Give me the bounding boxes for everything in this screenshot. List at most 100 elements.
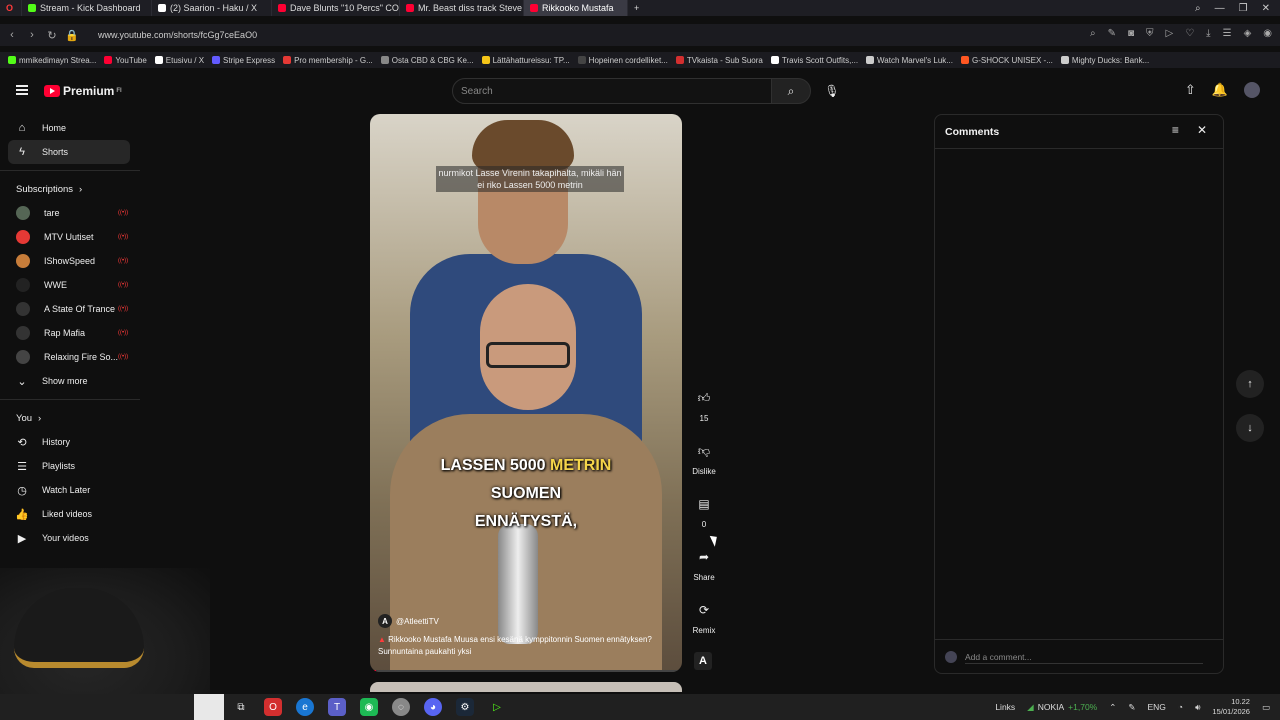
subscription-item[interactable]: Rap Mafia ((•)) <box>0 321 140 345</box>
browser-menu-icon[interactable]: O <box>0 0 22 16</box>
add-comment-row[interactable]: Add a comment... <box>935 639 1223 673</box>
bookmark-item[interactable]: YouTube <box>104 56 147 65</box>
short-channel[interactable]: A @AtleettiTV <box>378 614 439 628</box>
play-icon[interactable]: ▷ <box>1166 28 1174 39</box>
sidebar-item-playlists[interactable]: ☰ Playlists <box>0 454 140 478</box>
previous-short-button[interactable]: ↑ <box>1236 370 1264 398</box>
sidebar-item-your-videos[interactable]: ▶ Your videos <box>0 526 140 550</box>
bookmark-item[interactable]: Stripe Express <box>212 56 275 65</box>
camera-icon[interactable]: ◙ <box>1128 28 1134 39</box>
voice-search-button[interactable]: 🎙 <box>820 78 844 104</box>
url-field[interactable]: www.youtube.com/shorts/fcGg7ceEaO0 <box>98 30 257 40</box>
clock[interactable]: 10.22 15/01/2026 <box>1212 697 1250 717</box>
bookmark-item[interactable]: G-SHOCK UNISEX -... <box>960 56 1053 65</box>
upload-icon[interactable]: ⇧ <box>1185 82 1196 98</box>
pen-icon[interactable]: ✎ <box>1128 702 1135 713</box>
opera-gx-icon[interactable]: O <box>264 698 282 716</box>
search-button[interactable]: ⌕ <box>771 78 811 104</box>
channel-avatar[interactable]: A <box>378 614 392 628</box>
profile-icon[interactable]: ◉ <box>1263 28 1272 39</box>
extension-icon[interactable]: ◈ <box>1244 28 1252 39</box>
zoom-icon[interactable]: ⌕ <box>1090 28 1096 39</box>
sidebar-item-home[interactable]: ⌂ Home <box>0 116 140 140</box>
language-indicator[interactable]: ENG <box>1148 702 1166 712</box>
browser-tab[interactable]: Rikkooko Mustafa <box>524 0 628 16</box>
reload-icon[interactable]: ↻ <box>42 29 62 42</box>
hamburger-menu-icon[interactable] <box>16 85 28 95</box>
close-window-button[interactable]: ✕ <box>1262 3 1270 14</box>
restore-button[interactable]: ❐ <box>1239 3 1248 14</box>
show-more-button[interactable]: ⌄ Show more <box>0 369 140 393</box>
search-tabs-icon[interactable]: ⌕ <box>1195 3 1201 14</box>
dislike-button[interactable]: 👎︎ Dislike <box>688 437 720 490</box>
subscription-item[interactable]: Relaxing Fire So... ((•)) <box>0 345 140 369</box>
bookmark-item[interactable]: Osta CBD & CBG Ke... <box>380 56 474 65</box>
short-description[interactable]: ▲ Rikkooko Mustafa Muusa ensi kesänä kym… <box>378 634 658 658</box>
subscription-item[interactable]: MTV Uutiset ((•)) <box>0 225 140 249</box>
close-icon[interactable]: ✕ <box>1197 123 1207 137</box>
task-view-icon[interactable]: ⧉ <box>232 698 250 716</box>
bookmark-item[interactable]: Etusivu / X <box>154 56 204 65</box>
tray-chevron-icon[interactable]: ⌃ <box>1109 702 1116 713</box>
edit-icon[interactable]: ✎ <box>1108 28 1116 39</box>
back-icon[interactable]: ‹ <box>2 29 22 41</box>
heart-icon[interactable]: ♡ <box>1185 28 1194 39</box>
bookmark-item[interactable]: Watch Marvel's Luk... <box>866 56 953 65</box>
volume-icon[interactable]: 🔊︎ <box>1195 702 1200 713</box>
edge-icon[interactable]: e <box>296 698 314 716</box>
bookmark-item[interactable]: Mighty Ducks: Bank... <box>1060 56 1149 65</box>
app-grey-icon[interactable]: ◌ <box>392 698 410 716</box>
tab-favicon <box>530 4 538 12</box>
sidebar-item-liked-videos[interactable]: 👍 Liked videos <box>0 502 140 526</box>
steam-icon[interactable]: ⚙ <box>456 698 474 716</box>
add-comment-input[interactable]: Add a comment... <box>965 652 1032 662</box>
channel-handle[interactable]: @AtleettiTV <box>396 617 439 626</box>
youtube-premium-logo[interactable]: Premium FI <box>44 84 122 98</box>
new-tab-button[interactable]: + <box>628 0 645 16</box>
notifications-bell-icon[interactable]: 🔔 <box>1212 82 1228 98</box>
subscriptions-header[interactable]: Subscriptions › <box>0 177 140 201</box>
channel-badge[interactable]: A <box>694 652 712 670</box>
browser-tab[interactable]: Dave Blunts "10 Percs" CO <box>272 0 400 16</box>
browser-tab[interactable]: Stream - Kick Dashboard <box>22 0 152 16</box>
menu-lines-icon[interactable]: ☰ <box>1223 28 1232 39</box>
discord-icon[interactable]: ◕ <box>424 698 442 716</box>
bookmark-item[interactable]: Pro membership - G... <box>283 56 373 65</box>
subscription-item[interactable]: IShowSpeed ((•)) <box>0 249 140 273</box>
account-avatar[interactable] <box>1244 82 1260 98</box>
links-toolbar[interactable]: Links <box>995 702 1015 712</box>
next-short-button[interactable]: ↓ <box>1236 414 1264 442</box>
stock-widget[interactable]: ◢ NOKIA +1,70% <box>1027 702 1097 713</box>
sort-icon[interactable]: ≡ <box>1172 123 1179 137</box>
like-button[interactable]: 👍︎ 15 <box>688 384 720 437</box>
bookmark-item[interactable]: Travis Scott Outfits,... <box>770 56 858 65</box>
sidebar-item-shorts[interactable]: ϟ Shorts <box>8 140 130 164</box>
subscription-item[interactable]: WWE ((•)) <box>0 273 140 297</box>
video-progress-bar[interactable] <box>370 670 682 672</box>
teams-icon[interactable]: T <box>328 698 346 716</box>
browser-tab[interactable]: (2) Saarion - Haku / X <box>152 0 272 16</box>
kick-icon[interactable]: ▷ <box>488 698 506 716</box>
short-video-player[interactable]: nurmikot Lasse Virenin takapihalta, mikä… <box>370 114 682 672</box>
sidebar-item-history[interactable]: ⟲ History <box>0 430 140 454</box>
bookmark-item[interactable]: mmikedimayn Strea... <box>8 56 96 65</box>
browser-tab[interactable]: Mr. Beast diss track Steve <box>400 0 524 16</box>
shield-icon[interactable]: ⛨ <box>1146 28 1154 39</box>
subscription-item[interactable]: A State Of Trance ((•)) <box>0 297 140 321</box>
spotify-like-icon[interactable]: ◉ <box>360 698 378 716</box>
bookmark-item[interactable]: Lättähattureissu: TP... <box>481 56 570 65</box>
download-icon[interactable]: ⤓ <box>1206 28 1210 39</box>
subscription-item[interactable]: tare ((•)) <box>0 201 140 225</box>
you-header[interactable]: You › <box>0 406 140 430</box>
wifi-icon[interactable]: ◔ <box>1178 702 1183 712</box>
notification-center-icon[interactable]: ▭ <box>1262 702 1270 713</box>
search-input[interactable]: Search <box>452 78 772 104</box>
bookmark-item[interactable]: TVkaista - Sub Suora <box>675 56 763 65</box>
bookmark-item[interactable]: Hopeinen cordelliket... <box>577 56 668 65</box>
forward-icon[interactable]: › <box>22 29 42 41</box>
sidebar-item-watch-later[interactable]: ◷ Watch Later <box>0 478 140 502</box>
minimize-button[interactable]: — <box>1215 3 1225 14</box>
share-button[interactable]: ➦ Share <box>688 543 720 596</box>
remix-button[interactable]: ⟳ Remix <box>688 596 720 649</box>
next-short-preview[interactable] <box>370 682 682 692</box>
